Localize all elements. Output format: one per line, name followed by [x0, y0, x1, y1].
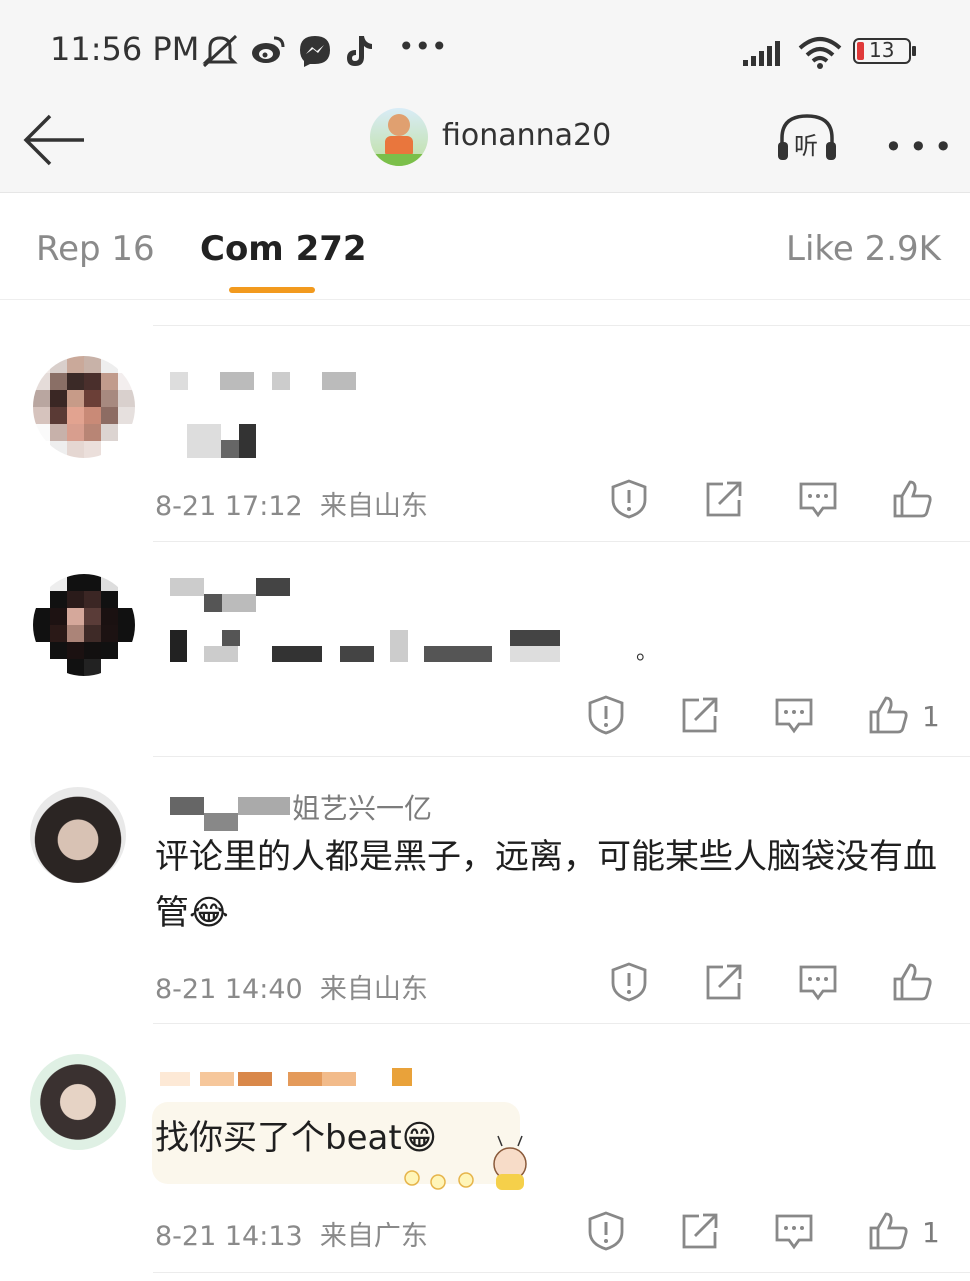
commenter-avatar[interactable]: [33, 356, 135, 458]
share-icon[interactable]: [679, 1210, 721, 1252]
tab-likes[interactable]: Like 2.9K: [786, 229, 941, 269]
like-icon[interactable]: [891, 961, 933, 1003]
comment-text-content: 找你买了个beat: [155, 1118, 402, 1158]
tab-comments[interactable]: Com 272: [200, 229, 367, 269]
comment-icon[interactable]: [773, 694, 815, 736]
comment-meta: 8-21 17:12 来自山东: [155, 484, 428, 523]
battery-icon: 13: [853, 38, 916, 64]
comment-location: 来自山东: [319, 974, 428, 1005]
like-icon[interactable]: [867, 694, 909, 736]
comment-text-tail: 。: [636, 640, 659, 665]
bee-sticker-icon: [404, 1135, 527, 1190]
more-dots-icon: •••: [398, 30, 448, 63]
divider: [153, 1272, 970, 1273]
share-icon[interactable]: [703, 961, 745, 1003]
weibo-icon: [252, 36, 285, 63]
author-username[interactable]: fionanna20: [442, 118, 611, 153]
status-bar: 11:56 PM ••• 13: [0, 0, 970, 100]
listen-button[interactable]: 听: [776, 112, 838, 164]
comment-text-content: 评论里的人都是黑子，远离，可能某些人脑袋没有血管: [155, 837, 937, 933]
report-icon[interactable]: [585, 694, 627, 736]
active-tab-indicator: [229, 287, 315, 293]
more-options-button[interactable]: •••: [884, 128, 959, 166]
comment-time: 8-21 17:12: [155, 491, 303, 522]
report-icon[interactable]: [608, 961, 650, 1003]
comment-location: 来自广东: [319, 1221, 428, 1252]
tab-bar: Rep 16 Com 272 Like 2.9K: [0, 193, 970, 300]
comment-time: 8-21 14:13: [155, 1221, 303, 1252]
status-time: 11:56 PM: [50, 30, 200, 68]
comment-meta: 8-21 14:13 来自广东: [155, 1214, 428, 1253]
comment-text: 找你买了个beat😁: [155, 1110, 437, 1166]
laugh-cry-emoji-icon: 😂: [189, 893, 229, 933]
messenger-icon: [300, 36, 330, 67]
like-icon[interactable]: [867, 1210, 909, 1252]
tab-reposts[interactable]: Rep 16: [36, 229, 155, 269]
comment-location: 来自山东: [319, 491, 428, 522]
commenter-avatar[interactable]: [30, 787, 126, 883]
tiktok-icon: [347, 36, 372, 66]
comment-icon[interactable]: [773, 1210, 815, 1252]
comment-icon[interactable]: [797, 961, 839, 1003]
share-icon[interactable]: [679, 694, 721, 736]
commenter-avatar[interactable]: [33, 574, 135, 676]
battery-level: 13: [869, 38, 895, 62]
author-avatar[interactable]: [370, 108, 428, 166]
comment-icon[interactable]: [797, 478, 839, 520]
like-count: 1: [922, 700, 940, 733]
report-icon[interactable]: [585, 1210, 627, 1252]
like-count: 1: [922, 1216, 940, 1249]
comment-meta: 8-21 14:40 来自山东: [155, 967, 428, 1006]
comment-item: 8-21 17:12 来自山东: [0, 326, 970, 541]
back-arrow-icon[interactable]: [22, 112, 88, 168]
report-icon[interactable]: [608, 478, 650, 520]
comment-text: 评论里的人都是黑子，远离，可能某些人脑袋没有血管😂: [155, 829, 945, 941]
wifi-icon: [798, 37, 842, 69]
comment-item: 找你买了个beat😁 8-21 14:13 来自广东 1: [0, 1024, 970, 1281]
comment-time: 8-21 14:40: [155, 974, 303, 1005]
commenter-avatar[interactable]: [30, 1054, 126, 1150]
signal-icon: [743, 41, 780, 66]
share-icon[interactable]: [703, 478, 745, 520]
top-nav: fionanna20 听 •••: [0, 100, 970, 193]
listen-label: 听: [794, 132, 818, 160]
like-icon[interactable]: [891, 478, 933, 520]
comment-item: 姐艺兴一亿 评论里的人都是黑子，远离，可能某些人脑袋没有血管😂 8-21 14:…: [0, 757, 970, 1023]
commenter-name-text[interactable]: 姐艺兴一亿: [292, 787, 432, 827]
mute-icon: [202, 34, 238, 68]
comment-item: 。 1: [0, 542, 970, 756]
